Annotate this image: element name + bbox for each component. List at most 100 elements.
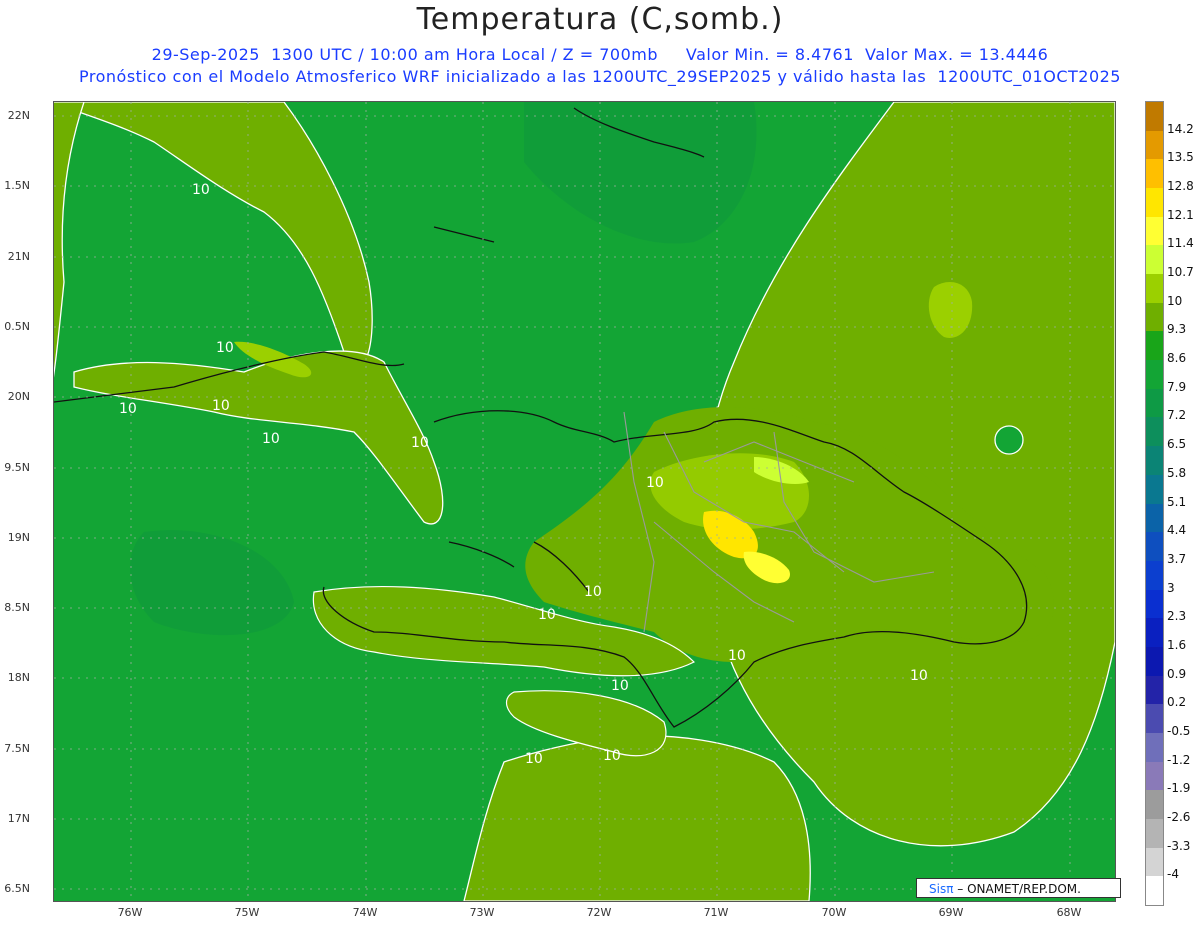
colorbar-label: 8.6 bbox=[1167, 351, 1187, 366]
colorbar-label: 12.1 bbox=[1167, 207, 1194, 222]
colorbar-swatch bbox=[1146, 761, 1163, 791]
credit-org: – ONAMET/REP.DOM. bbox=[953, 882, 1081, 896]
colorbar-label: 5.8 bbox=[1167, 465, 1187, 480]
contour-label: 10 bbox=[646, 475, 664, 491]
colorbar-label: -1.9 bbox=[1167, 781, 1191, 796]
contour-label: 10 bbox=[119, 401, 137, 417]
lat-label: 0.5N bbox=[4, 320, 30, 333]
lon-label: 74W bbox=[352, 906, 378, 919]
colorbar-label: 11.4 bbox=[1167, 236, 1194, 251]
colorbar-swatch bbox=[1146, 102, 1163, 132]
colorbar-swatch bbox=[1146, 274, 1163, 304]
colorbar-swatch bbox=[1146, 704, 1163, 734]
colorbar-swatch bbox=[1146, 216, 1163, 246]
colorbar-label: 2.3 bbox=[1167, 609, 1187, 624]
lat-label: 21N bbox=[7, 250, 30, 263]
lon-label: 75W bbox=[234, 906, 260, 919]
contour-label: 10 bbox=[216, 340, 234, 356]
lat-label: 7.5N bbox=[4, 742, 30, 755]
contour-label: 10 bbox=[538, 607, 556, 623]
colorbar-swatch bbox=[1146, 876, 1163, 906]
contour-label: 10 bbox=[192, 182, 210, 198]
colorbar-label: -1.2 bbox=[1167, 752, 1191, 767]
colorbar-label: 7.9 bbox=[1167, 379, 1187, 394]
colorbar-label: 5.1 bbox=[1167, 494, 1187, 509]
lon-label: 76W bbox=[117, 906, 143, 919]
map-subtitle-model: Pronóstico con el Modelo Atmosferico WRF… bbox=[79, 67, 1121, 86]
colorbar-swatch bbox=[1146, 302, 1163, 332]
lat-label: 17N bbox=[7, 812, 30, 825]
map-canvas: 10 10 10 10 10 10 10 10 10 10 10 10 10 1… bbox=[54, 102, 1115, 901]
lon-label: 68W bbox=[1056, 906, 1082, 919]
contour-label: 10 bbox=[262, 431, 280, 447]
colorbar-label: 4.4 bbox=[1167, 523, 1187, 538]
contour-label: 10 bbox=[411, 435, 429, 451]
contour-label: 10 bbox=[212, 398, 230, 414]
colorbar-label: -3.3 bbox=[1167, 838, 1191, 853]
contour-label: 10 bbox=[611, 678, 629, 694]
colorbar-label: -2.6 bbox=[1167, 809, 1191, 824]
colorbar-label: 0.2 bbox=[1167, 695, 1187, 710]
map-subtitle-time: 29-Sep-2025 1300 UTC / 10:00 am Hora Loc… bbox=[151, 45, 1049, 64]
colorbar-label: 6.5 bbox=[1167, 437, 1187, 452]
colorbar-swatch bbox=[1146, 818, 1163, 849]
colorbar-swatch bbox=[1146, 503, 1163, 533]
colorbar-swatch bbox=[1146, 188, 1163, 218]
contour-label: 10 bbox=[728, 648, 746, 664]
colorbar-label: -4 bbox=[1167, 867, 1179, 882]
lat-label: 19N bbox=[7, 531, 30, 544]
colorbar-label: 1.6 bbox=[1167, 637, 1187, 652]
colorbar-swatch bbox=[1146, 847, 1163, 877]
colorbar-label: 0.9 bbox=[1167, 666, 1187, 681]
contour-label: 10 bbox=[525, 751, 543, 767]
colorbar-swatch bbox=[1146, 618, 1163, 648]
lat-label: 20N bbox=[7, 390, 30, 403]
colorbar-label: 9.3 bbox=[1167, 322, 1187, 337]
lat-label: 22N bbox=[7, 109, 30, 122]
colorbar-swatch bbox=[1146, 732, 1163, 763]
colorbar-swatch bbox=[1146, 560, 1163, 591]
colorbar-label: 12.8 bbox=[1167, 179, 1194, 194]
colorbar-swatch bbox=[1146, 360, 1163, 390]
colorbar-swatch bbox=[1146, 331, 1163, 361]
colorbar-swatch bbox=[1146, 474, 1163, 504]
colorbar-label: 13.5 bbox=[1167, 150, 1194, 165]
colorbar-label: 3.7 bbox=[1167, 551, 1187, 566]
colorbar-swatch bbox=[1146, 417, 1163, 447]
colorbar bbox=[1145, 101, 1164, 906]
field-warm-south bbox=[463, 735, 811, 901]
colorbar-swatch bbox=[1146, 675, 1163, 705]
colorbar-swatch bbox=[1146, 646, 1163, 677]
map-title: Temperatura (C,somb.) bbox=[416, 2, 784, 37]
lon-label: 73W bbox=[469, 906, 495, 919]
sispi-logo: Sisπ bbox=[929, 882, 954, 896]
lat-label: 8.5N bbox=[4, 601, 30, 614]
lat-label: 9.5N bbox=[4, 461, 30, 474]
colorbar-label: 3 bbox=[1167, 580, 1175, 595]
lat-label: 1.5N bbox=[4, 179, 30, 192]
lon-label: 70W bbox=[821, 906, 847, 919]
contour-label: 10 bbox=[584, 584, 602, 600]
lat-label: 6.5N bbox=[4, 882, 30, 895]
colorbar-swatch bbox=[1146, 589, 1163, 619]
colorbar-swatch bbox=[1146, 532, 1163, 562]
colorbar-swatch bbox=[1146, 130, 1163, 160]
colorbar-label: 14.2 bbox=[1167, 121, 1194, 136]
colorbar-swatch bbox=[1146, 159, 1163, 189]
colorbar-label: -0.5 bbox=[1167, 723, 1191, 738]
colorbar-swatch bbox=[1146, 790, 1163, 820]
colorbar-swatch bbox=[1146, 446, 1163, 476]
colorbar-label: 10 bbox=[1167, 293, 1183, 308]
field-cool-spot bbox=[994, 425, 1024, 455]
colorbar-label: 7.2 bbox=[1167, 408, 1187, 423]
lat-label: 18N bbox=[7, 671, 30, 684]
lon-label: 71W bbox=[703, 906, 729, 919]
colorbar-label: 10.7 bbox=[1167, 265, 1194, 280]
contour-label: 10 bbox=[603, 748, 621, 764]
contour-label: 10 bbox=[910, 668, 928, 684]
lon-label: 72W bbox=[586, 906, 612, 919]
lon-label: 69W bbox=[938, 906, 964, 919]
temperature-map: 10 10 10 10 10 10 10 10 10 10 10 10 10 1… bbox=[53, 101, 1116, 902]
colorbar-swatch bbox=[1146, 245, 1163, 275]
credit-box: Sisπ – ONAMET/REP.DOM. bbox=[916, 878, 1121, 898]
